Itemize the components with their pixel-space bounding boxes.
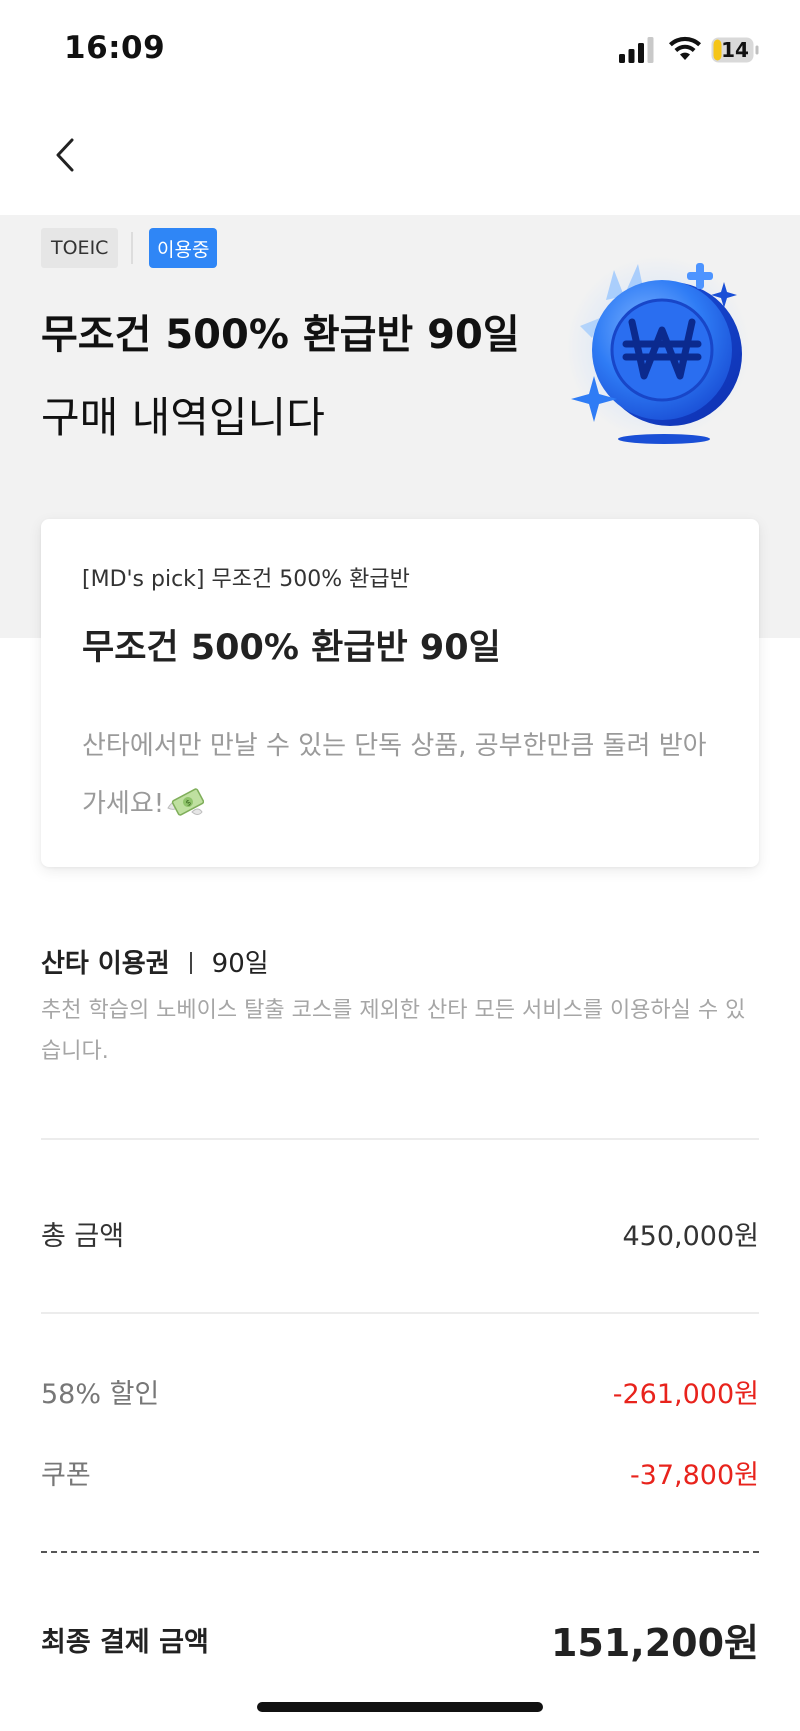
- home-indicator: [257, 1702, 543, 1712]
- discount-label: 58% 할인: [41, 1379, 160, 1410]
- discount-value: -261,000원: [612, 1379, 759, 1410]
- pass-info: 산타 이용권 90일: [41, 943, 269, 980]
- cellular-signal-icon: [619, 37, 654, 63]
- pass-separator: [189, 952, 192, 974]
- product-label: [MD's pick] 무조건 500% 환급반: [82, 567, 410, 592]
- divider: [41, 1312, 759, 1314]
- product-description: 산타에서만 만날 수 있는 단독 상품, 공부한만큼 돌려 받아 가세요! $: [82, 717, 722, 833]
- final-amount-value: 151,200원: [550, 1621, 759, 1665]
- dashed-divider: [41, 1551, 759, 1553]
- pass-duration: 90일: [211, 949, 269, 979]
- discount-row: 58% 할인 -261,000원: [41, 1372, 759, 1411]
- battery-level: 14: [721, 38, 749, 62]
- total-amount-row: 총 금액 450,000원: [41, 1214, 759, 1253]
- total-amount-label: 총 금액: [41, 1221, 125, 1252]
- page-subtitle: 구매 내역입니다: [41, 393, 325, 442]
- won-coin-icon: [566, 256, 750, 444]
- coupon-value: -37,800원: [629, 1460, 759, 1491]
- nav-bar: [0, 100, 800, 215]
- product-card: [MD's pick] 무조건 500% 환급반 무조건 500% 환급반 90…: [41, 519, 759, 867]
- tag-divider: [131, 232, 133, 264]
- status-bar: 16:09 14: [0, 0, 800, 100]
- coupon-label: 쿠폰: [41, 1460, 91, 1491]
- divider: [41, 1138, 759, 1140]
- pass-description: 추천 학습의 노베이스 탈출 코스를 제외한 산타 모든 서비스를 이용하실 수…: [41, 998, 746, 1064]
- back-button[interactable]: [40, 125, 90, 185]
- status-badge: 이용중: [149, 228, 218, 268]
- status-time: 16:09: [64, 30, 166, 66]
- coupon-row: 쿠폰 -37,800원: [41, 1453, 759, 1492]
- pass-name: 산타 이용권: [41, 949, 170, 979]
- product-title: 무조건 500% 환급반 90일: [82, 628, 501, 668]
- total-amount-value: 450,000원: [622, 1221, 760, 1252]
- page-title: 무조건 500% 환급반 90일: [41, 312, 520, 358]
- money-with-wings-icon: $: [167, 788, 205, 816]
- final-amount-row: 최종 결제 금액 151,200원: [41, 1612, 759, 1667]
- wifi-icon: [669, 36, 701, 60]
- final-amount-label: 최종 결제 금액: [41, 1627, 209, 1658]
- chevron-left-icon: [56, 138, 74, 172]
- exam-tag: TOEIC: [41, 228, 119, 268]
